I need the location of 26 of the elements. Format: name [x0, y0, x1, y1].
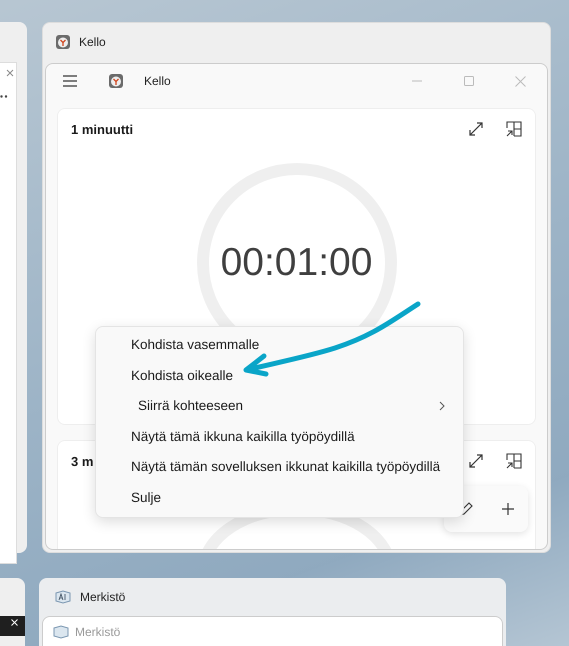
character-map-icon — [52, 625, 70, 639]
window-title: Kello — [79, 35, 106, 49]
app-title: Merkistö — [75, 625, 120, 639]
compact-overlay-icon[interactable] — [506, 453, 522, 469]
expand-icon[interactable] — [468, 453, 484, 469]
menu-item[interactable]: Kohdista oikealle — [96, 360, 451, 392]
app-title: Kello — [144, 74, 171, 88]
menu-item[interactable]: Siirrä kohteeseen — [96, 391, 451, 422]
menu-item[interactable]: Näytä tämän sovelluksen ikkunat kaikilla työpöydillä — [96, 452, 451, 483]
timer-time: 00:01:00 — [220, 241, 372, 285]
chevron-right-icon — [439, 401, 445, 412]
clock-icon — [108, 73, 124, 89]
timer-title: 3 m — [71, 454, 94, 468]
character-map-icon — [54, 590, 72, 604]
window-thumbnail[interactable]: Merkistö Merkistö — [39, 578, 506, 646]
plus-icon[interactable] — [500, 502, 514, 516]
clock-icon — [55, 34, 71, 50]
more-icon[interactable] — [0, 95, 8, 98]
menu-icon[interactable] — [62, 75, 78, 87]
window-title: Merkistö — [80, 590, 126, 604]
compact-overlay-icon[interactable] — [506, 121, 522, 137]
expand-icon[interactable] — [468, 121, 484, 137]
menu-item[interactable]: Kohdista vasemmalle — [96, 330, 451, 361]
menu-item[interactable]: Sulje — [96, 482, 451, 514]
timer-title: 1 minuutti — [71, 122, 134, 136]
menu-item[interactable]: Näytä tämä ikkuna kaikilla työpöydillä — [96, 422, 451, 452]
